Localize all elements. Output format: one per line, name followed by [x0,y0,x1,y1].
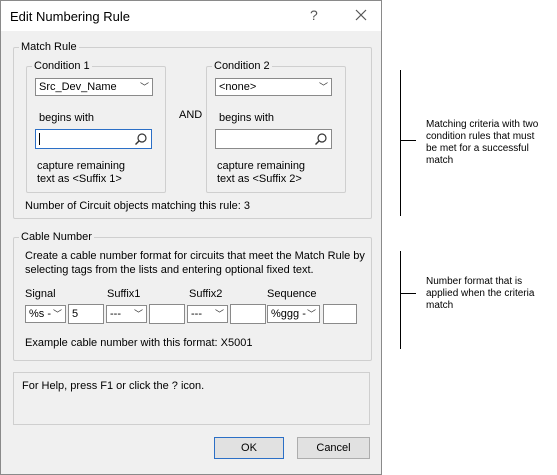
format-annotation-line1: Number format that is [426,276,523,287]
edit-numbering-rule-dialog: Edit Numbering Rule ? Match Rule Conditi… [0,0,382,475]
example-value: X5001 [220,337,253,349]
match-annotation-bracket [400,70,401,216]
condition2-capture-line1: capture remaining [217,160,306,172]
condition1-value-input[interactable] [35,129,152,149]
match-annotation-line2: condition rules that must [426,131,535,142]
match-annotation: Matching criteria with two condition rul… [426,119,538,167]
signal-column-label: Signal [25,288,56,300]
format-annotation-line2: applied when the criteria [426,288,535,299]
window-title: Edit Numbering Rule [10,9,130,24]
cable-number-description-line2: selecting tags from the lists and enteri… [25,264,314,276]
condition2-legend: Condition 2 [214,60,270,72]
chevron-down-icon: ﹀ [214,309,224,319]
signal-fixed-text-input[interactable]: 5 [68,304,104,324]
match-rule-legend: Match Rule [21,41,77,53]
condition1-capture-line1: capture remaining [37,160,126,172]
condition1-capture-line2: text as <Suffix 1> [37,173,122,185]
sequence-column-label: Sequence [267,288,317,300]
signal-fixed-text: 5 [72,308,79,320]
match-annotation-line4: match [426,155,454,166]
match-count-label: Number of Circuit objects matching this … [25,200,250,212]
signal-select-value: %s - [29,308,51,320]
condition1-tag-select[interactable]: Src_Dev_Name ﹀ [35,78,153,96]
format-annotation-bracket [400,251,401,349]
suffix1-column-label: Suffix1 [107,288,141,300]
suffix2-fixed-text-input[interactable] [230,304,266,324]
text-caret [39,133,40,145]
format-annotation-pointer [400,293,416,294]
match-annotation-line1: Matching criteria with two [426,119,539,130]
condition2-operator: begins with [219,112,275,124]
suffix1-select-value: --- [110,308,121,320]
condition1-operator: begins with [39,112,95,124]
chevron-down-icon: ﹀ [52,309,62,319]
condition2-value-input[interactable] [215,129,332,149]
close-icon[interactable] [348,4,374,28]
cable-number-legend: Cable Number [21,231,92,243]
match-annotation-line3: be met for a successful [426,143,529,154]
condition2-tag-select[interactable]: <none> ﹀ [215,78,332,96]
ok-button[interactable]: OK [214,437,284,459]
example-label: Example cable number with this format: [25,337,218,349]
sequence-fixed-text-input[interactable] [323,304,357,324]
and-label: AND [179,109,203,121]
chevron-down-icon: ﹀ [318,82,328,92]
suffix1-select[interactable]: --- ﹀ [106,305,147,323]
suffix2-select-value: --- [191,308,202,320]
help-icon[interactable]: ? [310,7,318,23]
suffix1-fixed-text-input[interactable] [149,304,185,324]
cable-number-description-line1: Create a cable number format for circuit… [25,250,365,262]
example-cable-number: Example cable number with this format: X… [25,337,252,349]
chevron-down-icon: ﹀ [139,82,149,92]
chevron-down-icon: ﹀ [133,309,143,319]
help-text: For Help, press F1 or click the ? icon. [22,380,205,392]
condition1-tag-value: Src_Dev_Name [39,81,117,93]
condition1-legend: Condition 1 [34,60,90,72]
help-text-box: For Help, press F1 or click the ? icon. [13,372,370,425]
condition2-tag-value: <none> [219,81,257,93]
match-count-text: Number of Circuit objects matching this … [25,200,241,212]
sequence-select-value: %ggg - [271,308,306,320]
magnifier-icon[interactable] [314,132,328,152]
format-annotation-line3: match [426,300,454,311]
suffix2-select[interactable]: --- ﹀ [187,305,228,323]
match-count-value: 3 [243,200,250,212]
sequence-select[interactable]: %ggg - ﹀ [267,305,320,323]
suffix2-column-label: Suffix2 [189,288,223,300]
match-annotation-pointer [400,140,416,141]
format-annotation: Number format that is applied when the c… [426,276,534,312]
cancel-button[interactable]: Cancel [297,437,370,459]
condition2-capture-line2: text as <Suffix 2> [217,173,302,185]
chevron-down-icon: ﹀ [306,309,316,319]
magnifier-icon[interactable] [134,132,148,152]
title-bar: Edit Numbering Rule ? [1,1,381,31]
signal-select[interactable]: %s - ﹀ [25,305,66,323]
